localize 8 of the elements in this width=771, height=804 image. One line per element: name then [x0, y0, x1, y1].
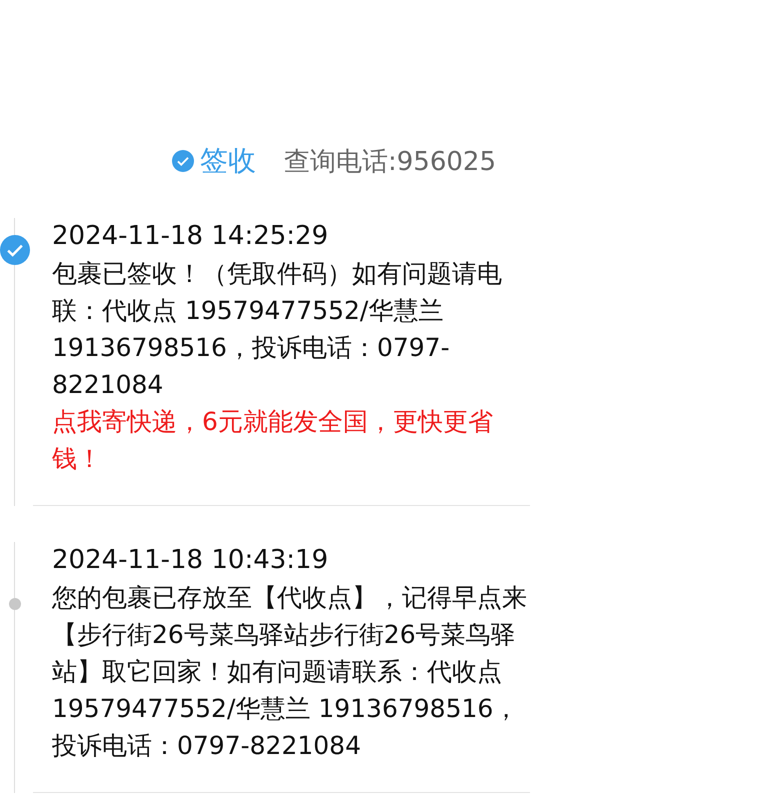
event-text: 包裹已签收！（凭取件码）如有问题请电联：代收点 19579477552/华慧兰 19136798516，投诉电话：0797-8221084: [52, 258, 503, 401]
event-time: 2024-11-18 14:25:29: [52, 220, 330, 253]
status-label: 签收: [200, 143, 256, 179]
event-text: 您的包裹已存放至【代收点】，记得早点来【步行街26号菜鸟驿站步行街26号菜鸟驿站】取它回家！如有问题请联系：代收点 19579477552/华慧兰 19136798516，投诉电话：0797-8221084: [52, 582, 528, 762]
event-time: 2024-11-18 10:43:19: [52, 544, 330, 577]
phone-label: 查询电话:956025: [284, 146, 496, 178]
promo-link[interactable]: 点我寄快递，6元就能发全国，更快更省钱！: [52, 403, 530, 477]
check-icon: [172, 150, 194, 172]
